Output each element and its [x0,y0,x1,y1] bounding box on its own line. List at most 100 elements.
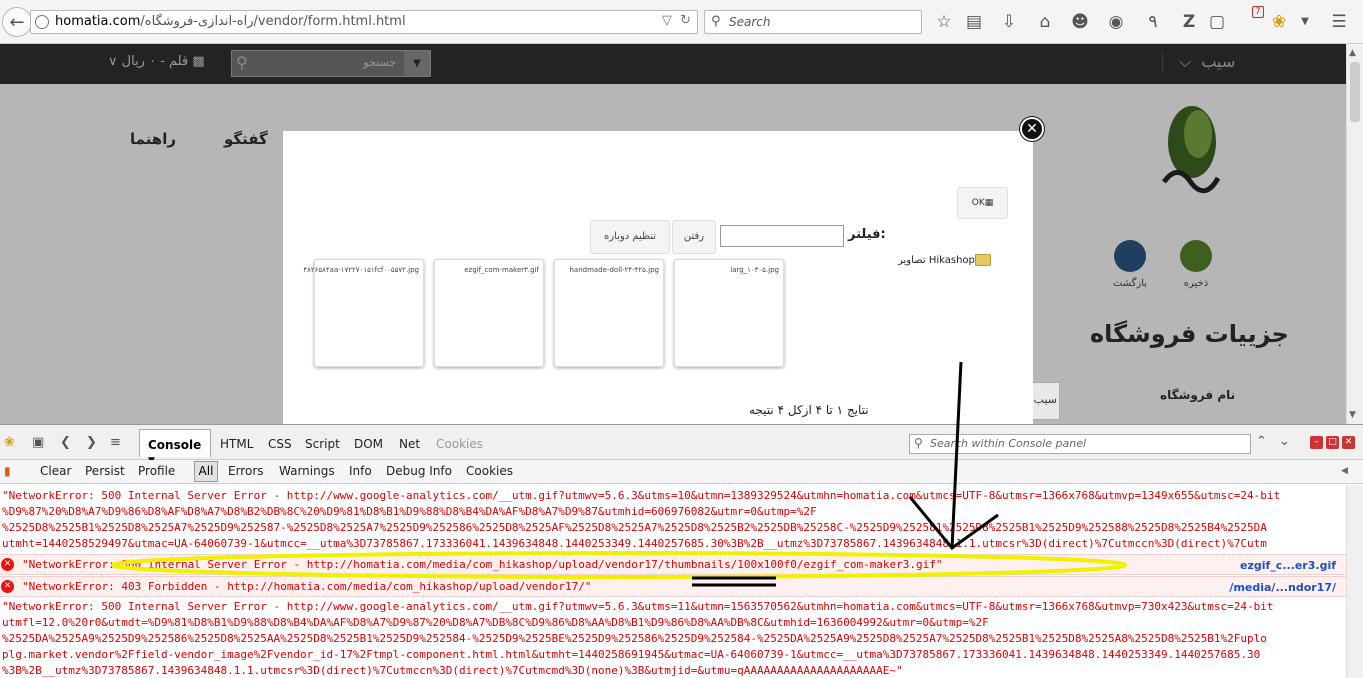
log-line[interactable]: plg.market.vendor%2Ffield-vendor_image%2… [2,648,1260,661]
log-line[interactable]: utmfl=12.0%20r0&utmdt=%D9%81%D8%B1%D9%88… [2,616,989,629]
dropdown-icon[interactable]: ▼ [1294,16,1316,27]
filter-icon[interactable]: ▮ [4,464,11,478]
filter-all[interactable]: All [194,461,218,482]
store-name-input[interactable]: سیب [1032,382,1060,420]
zotero-icon[interactable]: Z [1178,12,1200,32]
error-icon: ✕ [1,580,14,593]
error-source-link[interactable]: /media/...ndor17/ [1229,581,1336,594]
close-icon[interactable]: ✕ [1020,117,1044,141]
scroll-up-icon[interactable]: ▲ [1349,48,1356,58]
folder-icon[interactable] [975,254,991,266]
tab-console[interactable]: Console ▼ [139,429,211,466]
back-button[interactable]: ← [2,7,32,37]
search-next-icon[interactable]: ⌄ [1279,434,1290,449]
browser-search-box[interactable]: ⚲ Search [704,10,922,34]
console-search-input[interactable]: ⚲ Search within Console panel [909,434,1251,454]
forward-icon[interactable]: ❯ [86,435,97,450]
filter-warnings[interactable]: Warnings [279,464,335,478]
image-thumbnail[interactable]: ezgif_com-maker۳.gif [434,259,544,367]
url-text[interactable]: homatia.com/راه-اندازی-فروشگاه/vendor/fo… [55,14,406,29]
tab-script[interactable]: Script [305,437,340,451]
expand-icon[interactable]: ◀ [1341,466,1348,476]
filter-label: فیلتر: [848,227,886,242]
ok-button[interactable]: OK▦ [957,187,1008,219]
filter-debug-info[interactable]: Debug Info [386,464,452,478]
image-thumbnail[interactable]: handmade-doll-۲۴-۴۲۵.jpg [554,259,664,367]
error-message[interactable]: "NetworkError: 403 Forbidden - http://ho… [22,580,592,593]
tab-css[interactable]: CSS [268,437,292,451]
chevron-down-icon[interactable]: ▼ [404,51,430,76]
scrollbar-thumb[interactable] [1350,62,1360,122]
persist-button[interactable]: Persist [85,464,125,478]
inspect-icon[interactable]: ▣ [32,435,44,450]
firebug-icon[interactable]: ❀ [4,435,15,450]
error-source-link[interactable]: ezgif_c...er3.gif [1240,559,1336,572]
dropdown-icon[interactable]: ▽ [662,13,672,28]
detach-icon[interactable]: □ [1326,436,1339,449]
firebug-tabbar: ❀ ▣ ❮ ❯ ≡ Console ▼ HTML CSS Script DOM … [0,424,1363,466]
save-label: ذخیره [1183,278,1209,289]
page-scrollbar[interactable]: ▲ ▼ [1346,44,1363,424]
back-link-button[interactable]: بازگشت [1110,240,1150,289]
minimize-icon[interactable]: – [1310,436,1323,449]
clear-button[interactable]: Clear [40,464,71,478]
error-row[interactable]: ✕ "NetworkError: 500 Internal Server Err… [0,554,1346,575]
tab-cookies[interactable]: Cookies [436,437,483,451]
addon-e-icon[interactable]: ۹ [1142,12,1164,32]
site-search-input[interactable]: ⚲ جستجو ▼ [231,50,431,77]
image-thumbnail[interactable]: ۴۸۲۶۵۸۴aa-۱۷۲۲۷۰۱۵۱fcf۰۰۵۵۷۲.jpg [303,259,424,367]
page-icon[interactable]: ▢ [1206,12,1228,32]
filter-input[interactable] [720,225,844,247]
log-line[interactable]: %3B%2B__utmz%3D73785867.1439634848.1.1.u… [2,664,903,677]
firebug-icon[interactable]: ❀ [1268,12,1290,32]
error-message[interactable]: "NetworkError: 500 Internal Server Error… [22,558,943,571]
log-line[interactable]: "NetworkError: 500 Internal Server Error… [2,489,1280,502]
home-icon[interactable]: ⌂ [1034,12,1056,32]
user-name: سیب [1201,52,1236,71]
nav-guide[interactable]: راهنما [130,130,176,148]
filter-cookies[interactable]: Cookies [466,464,513,478]
chevron-down-icon: ∨ [108,54,118,69]
scroll-down-icon[interactable]: ▼ [1349,410,1356,420]
filter-errors[interactable]: Errors [228,464,264,478]
go-button[interactable]: رفتن [672,220,716,254]
cart-summary[interactable]: ∨ قلم - ۰ ریال ▩ [108,54,205,69]
reload-icon[interactable]: ↻ [680,13,691,28]
addon-a-icon[interactable]: ◉ [1105,12,1127,32]
notification-badge[interactable]: 7 [1252,6,1264,18]
browser-toolbar: ← homatia.com/راه-اندازی-فروشگاه/vendor/… [0,0,1363,44]
bookmark-star-icon[interactable]: ☆ [933,12,955,32]
image-thumbnail[interactable]: larg_۱۰۳۰۵.jpg [674,259,784,367]
back-icon[interactable]: ❮ [60,435,71,450]
tab-net[interactable]: Net [399,437,420,451]
tab-label: Console [148,438,202,452]
reset-button[interactable]: تنظیم دوباره [590,220,670,254]
log-line[interactable]: %2525D8%2525B1%2525D8%2525A7%2525D9%2525… [2,521,1267,534]
thumbnail-filename: handmade-doll-۲۴-۴۲۵.jpg [569,266,659,274]
command-line-icon[interactable]: ≡ [110,435,121,450]
search-icon: ⚲ [236,53,248,72]
chat-icon[interactable]: ☻ [1069,12,1091,32]
save-button[interactable]: ذخیره [1176,240,1216,289]
log-line[interactable]: utmht=1440258529497&utmac=UA-64060739-1&… [2,537,1267,550]
nav-chat[interactable]: گفتگو [224,130,268,148]
url-bar[interactable]: homatia.com/راه-اندازی-فروشگاه/vendor/fo… [30,10,698,34]
site-top-bar: ∨ قلم - ۰ ریال ▩ ⚲ جستجو ▼ ⌵ سیب [0,44,1346,84]
log-line[interactable]: %2525DA%2525A9%2525D9%252586%2525D8%2525… [2,632,1267,645]
log-line[interactable]: "NetworkError: 500 Internal Server Error… [2,600,1274,613]
log-line[interactable]: %D9%87%20%D8%A7%D9%86%D8%AF%D8%A7%D8%B2%… [2,505,817,518]
tab-html[interactable]: HTML [220,437,253,451]
user-menu[interactable]: ⌵ سیب [1162,52,1235,72]
profile-button[interactable]: Profile [138,464,175,478]
search-prev-icon[interactable]: ⌃ [1256,434,1267,449]
console-scrollbar[interactable] [1346,485,1363,678]
filter-info[interactable]: Info [349,464,372,478]
close-icon[interactable]: ✕ [1342,436,1355,449]
menu-icon[interactable]: ☰ [1328,12,1350,32]
error-row[interactable]: ✕ "NetworkError: 403 Forbidden - http://… [0,576,1346,597]
tab-dom[interactable]: DOM [354,437,383,451]
thumbnail-filename: larg_۱۰۳۰۵.jpg [730,266,779,274]
download-icon[interactable]: ⇩ [998,12,1020,32]
folder-label[interactable]: تصاویر Hikashop [898,255,975,266]
reading-list-icon[interactable]: ▤ [963,12,985,32]
